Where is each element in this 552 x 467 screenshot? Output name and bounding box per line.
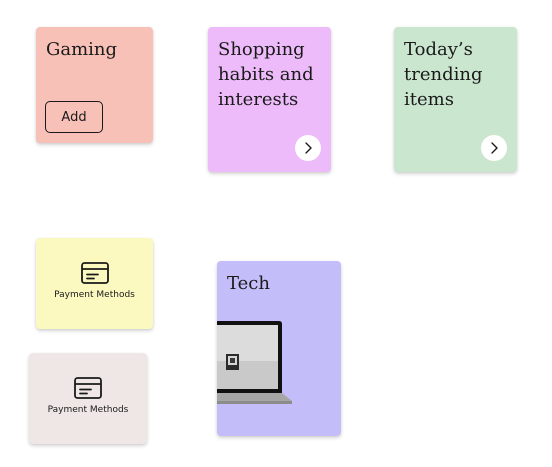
- shopping-habits-card[interactable]: Shopping habits and interests: [208, 27, 331, 172]
- chevron-right-icon: [491, 142, 498, 154]
- credit-card-icon: [74, 377, 102, 399]
- tech-card[interactable]: Tech: [217, 261, 341, 436]
- trending-items-card[interactable]: Today’s trending items: [394, 27, 517, 172]
- add-button[interactable]: Add: [45, 101, 103, 133]
- gaming-card[interactable]: Gaming Add: [36, 27, 153, 143]
- payment-methods-tile[interactable]: Payment Methods: [29, 353, 147, 444]
- shopping-card-title: Shopping habits and interests: [218, 39, 314, 110]
- credit-card-icon: [80, 262, 109, 284]
- payment-methods-tile[interactable]: Payment Methods: [36, 238, 153, 329]
- chevron-right-icon: [305, 142, 312, 154]
- payment-methods-label: Payment Methods: [54, 290, 135, 300]
- shopping-open-button[interactable]: [295, 135, 321, 161]
- tech-card-title: Tech: [227, 273, 270, 294]
- payment-methods-label: Payment Methods: [47, 405, 129, 415]
- laptop-image: [217, 321, 292, 404]
- gaming-card-title: Gaming: [46, 39, 118, 60]
- trending-open-button[interactable]: [481, 135, 507, 161]
- trending-card-title: Today’s trending items: [404, 39, 483, 110]
